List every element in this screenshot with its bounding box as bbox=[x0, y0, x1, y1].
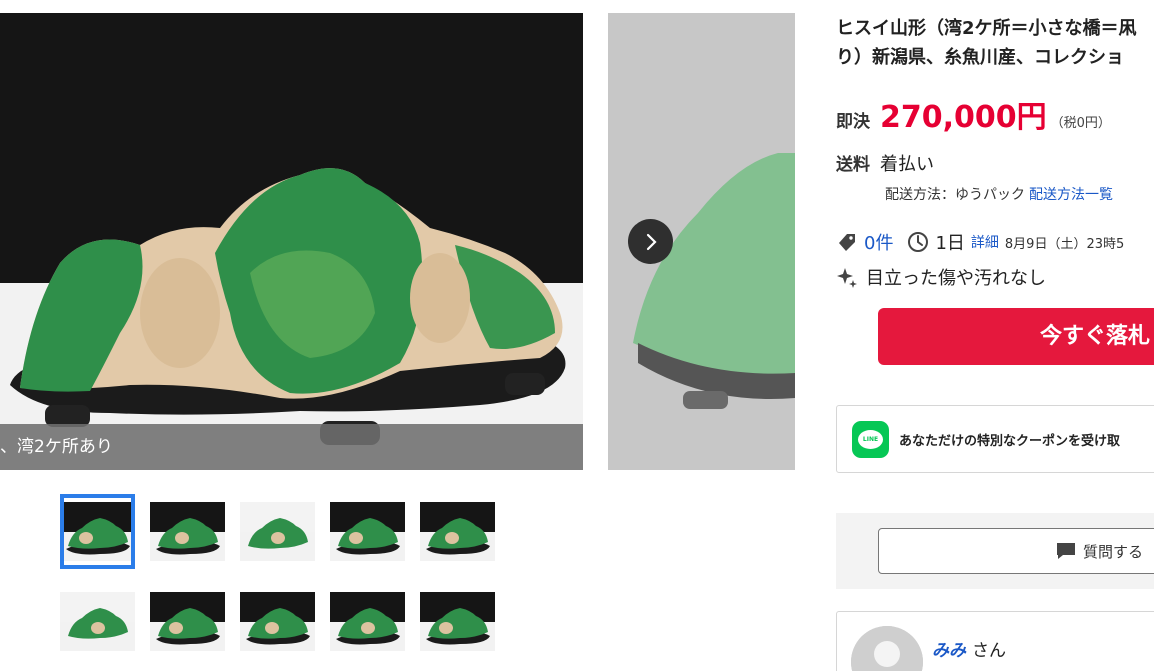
watch-count-link[interactable]: 0件 bbox=[864, 229, 893, 255]
line-coupon-text: あなただけの特別なクーポンを受け取 bbox=[899, 433, 1121, 449]
thumbnail-image bbox=[150, 502, 225, 561]
thumbnail-image bbox=[420, 592, 495, 651]
chevron-right-icon bbox=[646, 233, 657, 250]
main-product-image bbox=[0, 13, 583, 470]
thumbnail-8[interactable] bbox=[240, 584, 315, 659]
image-caption: 、湾2ケ所あり bbox=[0, 424, 583, 470]
price-value: 270,000円 bbox=[880, 100, 1047, 135]
thumbnail-image bbox=[240, 592, 315, 651]
thumbnail-9[interactable] bbox=[330, 584, 405, 659]
price-tax: （税0円） bbox=[1050, 116, 1111, 131]
item-title-line-1: ヒスイ山形（湾2ケ所＝小さな橋＝凩 bbox=[836, 18, 1137, 39]
shipping-method-link[interactable]: 配送方法一覧 bbox=[1029, 187, 1113, 203]
thumbnail-image bbox=[240, 502, 315, 561]
thumbnail-image bbox=[420, 502, 495, 561]
ask-question-label: 質問する bbox=[1083, 542, 1144, 561]
thumbnail-10[interactable] bbox=[420, 584, 495, 659]
seller-card: みみ さん bbox=[836, 611, 1154, 671]
thumbnail-3[interactable] bbox=[240, 494, 315, 569]
default-user-icon bbox=[851, 626, 923, 671]
clock-icon bbox=[908, 232, 929, 252]
watch-tag-icon bbox=[839, 234, 855, 251]
sparkle-icon bbox=[837, 268, 857, 288]
shipping-label: 送料 bbox=[836, 155, 870, 175]
thumbnail-image bbox=[150, 592, 225, 651]
line-logo-text: LINE bbox=[858, 429, 883, 449]
shipping-method-text: 配送方法：ゆうパック bbox=[885, 187, 1025, 203]
question-section: 質問する bbox=[836, 513, 1154, 589]
line-coupon-banner[interactable]: LINE あなただけの特別なクーポンを受け取 bbox=[836, 405, 1154, 473]
thumbnail-5[interactable] bbox=[420, 494, 495, 569]
condition-row: 目立った傷や汚れなし bbox=[836, 265, 1046, 289]
seller-name-row: みみ さん bbox=[932, 636, 1006, 661]
item-info-panel: ヒスイ山形（湾2ケ所＝小さな橋＝凩 り）新潟県、糸魚川産、コレクショ 即決 270… bbox=[836, 0, 1154, 671]
price-label: 即決 bbox=[836, 112, 870, 132]
end-date: 8月9日（土）23時5 bbox=[1004, 236, 1125, 252]
thumbnail-1[interactable] bbox=[60, 494, 135, 569]
item-title: ヒスイ山形（湾2ケ所＝小さな橋＝凩 り）新潟県、糸魚川産、コレクショ bbox=[836, 14, 1154, 72]
seller-avatar[interactable] bbox=[851, 626, 923, 671]
thumbnail-image bbox=[60, 502, 135, 561]
time-detail-link[interactable]: 詳細 bbox=[971, 232, 999, 252]
thumbnail-image bbox=[330, 502, 405, 561]
time-left: 1日 bbox=[935, 233, 965, 254]
thumbnail-6[interactable] bbox=[60, 584, 135, 659]
line-logo-icon: LINE bbox=[852, 420, 889, 458]
seller-honorific: さん bbox=[972, 641, 1006, 661]
condition-text: 目立った傷や汚れなし bbox=[866, 268, 1046, 289]
thumbnail-4[interactable] bbox=[330, 494, 405, 569]
shipping-value: 着払い bbox=[880, 154, 934, 175]
ask-question-button[interactable]: 質問する bbox=[878, 528, 1154, 574]
shipping-row: 送料 着払い bbox=[836, 150, 934, 176]
speech-bubble-icon bbox=[1057, 543, 1075, 559]
next-image-button[interactable] bbox=[628, 219, 673, 264]
main-image-viewer[interactable]: 、湾2ケ所あり bbox=[0, 13, 583, 470]
stats-row: 0件 1日 詳細 8月9日（土）23時5 bbox=[836, 230, 1124, 254]
thumbnail-7[interactable] bbox=[150, 584, 225, 659]
price-row: 即決 270,000円 （税0円） bbox=[836, 92, 1111, 136]
thumbnail-image bbox=[60, 592, 135, 651]
item-title-line-2: り）新潟県、糸魚川産、コレクショ bbox=[836, 47, 1124, 68]
buy-now-button[interactable]: 今すぐ落札 bbox=[878, 308, 1154, 365]
shipping-method: 配送方法：ゆうパック 配送方法一覧 bbox=[885, 184, 1113, 204]
seller-name-link[interactable]: みみ bbox=[932, 641, 966, 661]
thumbnail-image bbox=[330, 592, 405, 651]
thumbnail-2[interactable] bbox=[150, 494, 225, 569]
